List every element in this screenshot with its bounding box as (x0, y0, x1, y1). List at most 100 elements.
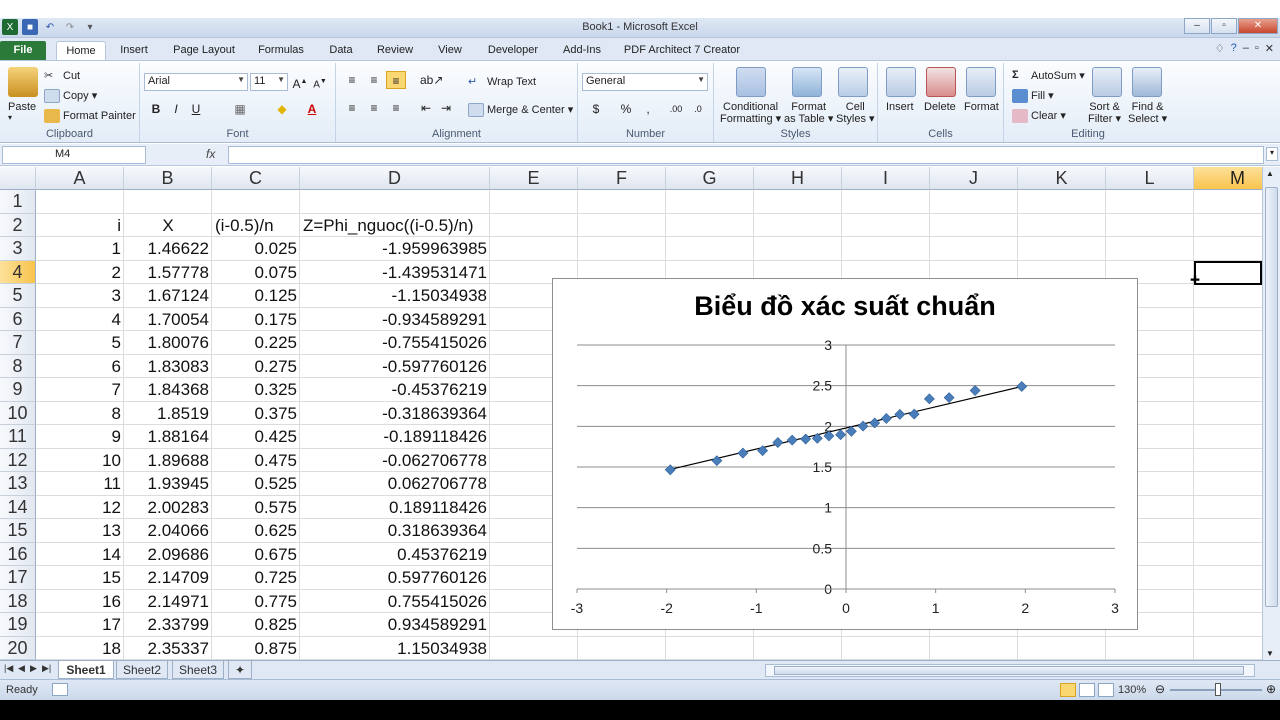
doc-restore-icon[interactable]: ▫ (1255, 42, 1259, 55)
normal-view-icon[interactable] (1060, 683, 1076, 697)
page-break-view-icon[interactable] (1098, 683, 1114, 697)
cell-B6[interactable]: 1.70054 (124, 308, 212, 332)
cell-A5[interactable]: 3 (36, 284, 124, 308)
cell-A15[interactable]: 13 (36, 519, 124, 543)
fx-icon[interactable]: fx (206, 147, 215, 161)
cell-B11[interactable]: 1.88164 (124, 425, 212, 449)
cell-B19[interactable]: 2.33799 (124, 613, 212, 637)
sheet-tab-sheet1[interactable]: Sheet1 (58, 661, 114, 679)
sort-filter-button[interactable]: Sort & Filter ▾ (1088, 101, 1121, 125)
cell-B7[interactable]: 1.80076 (124, 331, 212, 355)
cell-A19[interactable]: 17 (36, 613, 124, 637)
column-header-a[interactable]: A (36, 167, 124, 190)
cell-D3[interactable]: -1.959963985 (300, 237, 490, 261)
delete-button[interactable]: Delete (924, 101, 956, 113)
column-header-d[interactable]: D (300, 167, 490, 190)
row-header-8[interactable]: 8 (0, 354, 36, 378)
cell-D12[interactable]: -0.062706778 (300, 449, 490, 473)
row-header-15[interactable]: 15 (0, 519, 36, 543)
cell-D11[interactable]: -0.189118426 (300, 425, 490, 449)
next-sheet-icon[interactable]: ▶ (30, 663, 37, 674)
scroll-up-icon[interactable]: ▲ (1266, 169, 1274, 178)
prev-sheet-icon[interactable]: ◀ (18, 663, 25, 674)
cell-C16[interactable]: 0.675 (212, 543, 300, 567)
zoom-in-icon[interactable]: ⊕ (1266, 682, 1276, 696)
tab-home[interactable]: Home (56, 41, 106, 60)
cell-C5[interactable]: 0.125 (212, 284, 300, 308)
tab-data[interactable]: Data (322, 41, 360, 60)
maximize-button[interactable]: ▫ (1211, 18, 1237, 34)
cell-B15[interactable]: 2.04066 (124, 519, 212, 543)
insert-sheet-icon[interactable]: ✦ (228, 661, 252, 679)
cell-B20[interactable]: 2.35337 (124, 637, 212, 661)
cell-A10[interactable]: 8 (36, 402, 124, 426)
cell-D6[interactable]: -0.934589291 (300, 308, 490, 332)
chart[interactable]: Biểu đồ xác suất chuẩn 0 0.5 1 1.5 2 2.5 3 -3 -2… (552, 278, 1138, 630)
cell-A7[interactable]: 5 (36, 331, 124, 355)
cell-C13[interactable]: 0.525 (212, 472, 300, 496)
row-header-9[interactable]: 9 (0, 378, 36, 402)
cell-C12[interactable]: 0.475 (212, 449, 300, 473)
insert-button[interactable]: Insert (886, 101, 914, 113)
insert-cells-icon[interactable] (886, 67, 916, 97)
page-layout-view-icon[interactable] (1079, 683, 1095, 697)
cell-C15[interactable]: 0.625 (212, 519, 300, 543)
cell-A18[interactable]: 16 (36, 590, 124, 614)
cell-C4[interactable]: 0.075 (212, 261, 300, 285)
cell-B4[interactable]: 1.57778 (124, 261, 212, 285)
tab-insert[interactable]: Insert (112, 41, 156, 60)
font-size-combo[interactable]: 11 ▼ (250, 73, 288, 91)
zoom-out-icon[interactable]: ⊖ (1155, 682, 1165, 696)
cell-C7[interactable]: 0.225 (212, 331, 300, 355)
cell-B2[interactable]: X (124, 214, 212, 238)
cell-D2[interactable]: Z=Phi_nguoc((i-0.5)/n) (300, 214, 490, 238)
grow-font-icon[interactable]: A▲ (290, 73, 310, 91)
row-header-6[interactable]: 6 (0, 307, 36, 331)
doc-minimize-icon[interactable]: – (1243, 42, 1249, 55)
number-format-combo[interactable]: General ▼ (582, 73, 708, 91)
tab-review[interactable]: Review (372, 41, 418, 60)
cell-C2[interactable]: (i-0.5)/n (212, 214, 300, 238)
format-painter-button[interactable]: Format Painter (44, 109, 136, 123)
scroll-down-icon[interactable]: ▼ (1266, 649, 1274, 658)
column-header-g[interactable]: G (666, 167, 754, 190)
currency-icon[interactable]: $ (586, 100, 606, 118)
conditional-formatting-icon[interactable] (736, 67, 766, 97)
sheet-tab-sheet2[interactable]: Sheet2 (116, 661, 168, 679)
align-bottom-icon[interactable]: ≡ (386, 71, 406, 89)
first-sheet-icon[interactable]: |◀ (4, 663, 13, 674)
row-header-7[interactable]: 7 (0, 331, 36, 355)
cell-C18[interactable]: 0.775 (212, 590, 300, 614)
underline-icon[interactable]: U (186, 100, 206, 118)
format-cells-icon[interactable] (966, 67, 996, 97)
sheet-tab-sheet3[interactable]: Sheet3 (172, 661, 224, 679)
italic-icon[interactable]: I (166, 100, 186, 118)
cell-styles-button[interactable]: Cell Styles ▾ (836, 101, 875, 125)
row-header-13[interactable]: 13 (0, 472, 36, 496)
row-header-20[interactable]: 20 (0, 636, 36, 660)
doc-close-icon[interactable]: ✕ (1265, 42, 1274, 55)
cell-B5[interactable]: 1.67124 (124, 284, 212, 308)
cell-B16[interactable]: 2.09686 (124, 543, 212, 567)
last-sheet-icon[interactable]: ▶| (42, 663, 51, 674)
shrink-font-icon[interactable]: A▼ (310, 73, 330, 91)
font-color-icon[interactable]: A (302, 100, 322, 118)
cell-B17[interactable]: 2.14709 (124, 566, 212, 590)
help-icon[interactable]: ? (1231, 42, 1237, 55)
close-button[interactable]: ✕ (1238, 18, 1278, 34)
cell-D10[interactable]: -0.318639364 (300, 402, 490, 426)
column-header-m[interactable]: M (1194, 167, 1262, 190)
horizontal-scrollbar[interactable] (765, 664, 1255, 677)
row-header-10[interactable]: 10 (0, 401, 36, 425)
binoculars-icon[interactable] (1132, 67, 1162, 97)
increase-decimal-icon[interactable]: .00 (666, 100, 686, 118)
cell-D8[interactable]: -0.597760126 (300, 355, 490, 379)
orientation-icon[interactable]: ab↗ (420, 71, 443, 89)
align-top-icon[interactable]: ≡ (342, 71, 362, 89)
clear-button[interactable]: Clear ▾ (1012, 109, 1066, 124)
cell-C10[interactable]: 0.375 (212, 402, 300, 426)
cell-D16[interactable]: 0.45376219 (300, 543, 490, 567)
row-header-18[interactable]: 18 (0, 589, 36, 613)
paste-icon[interactable] (8, 67, 38, 97)
row-header-17[interactable]: 17 (0, 566, 36, 590)
